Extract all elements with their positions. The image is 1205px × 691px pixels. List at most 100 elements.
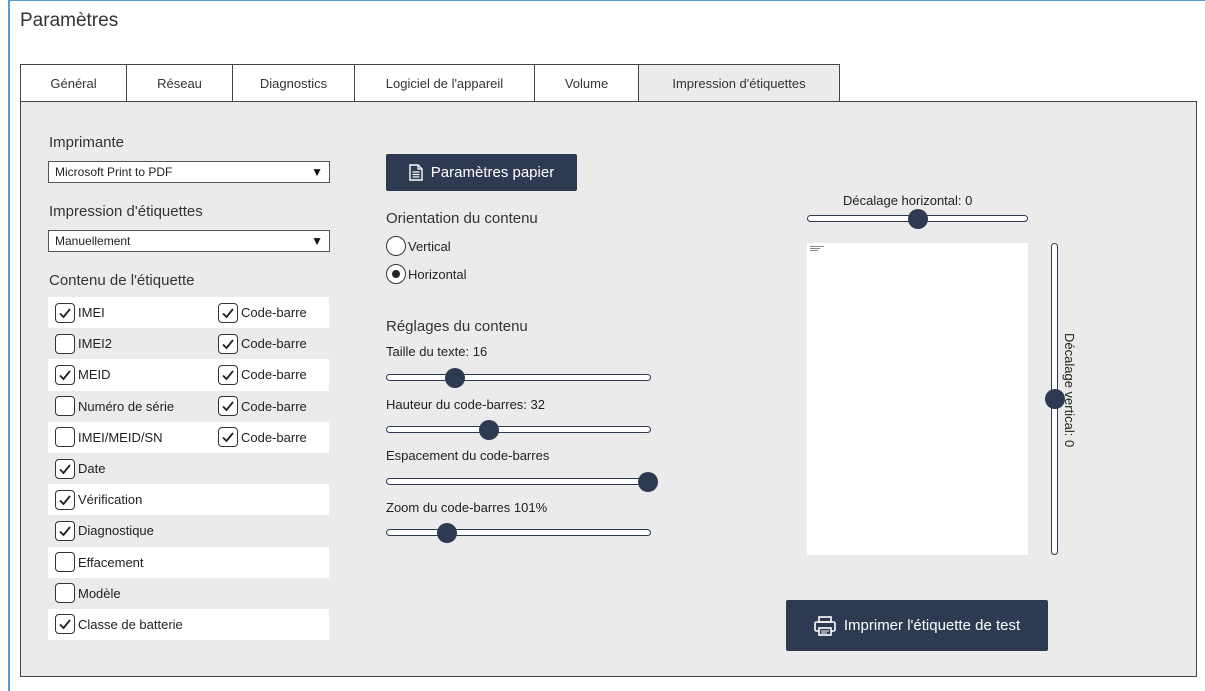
tab-volume[interactable]: Volume [534,64,638,102]
paper-settings-label: Paramètres papier [430,164,555,181]
text-size-slider-track[interactable] [386,374,651,381]
printer-icon [814,615,836,636]
check-icon [222,339,234,350]
imei-barcode-checkbox[interactable] [218,302,238,323]
meid-label: MEID [78,367,111,383]
model-label: Modèle [78,585,121,601]
erasure-checkbox[interactable] [55,552,75,573]
serial-number-barcode-checkbox[interactable] [218,396,238,417]
check-icon [222,401,234,412]
verification-label: Vérification [78,492,143,508]
barcode-zoom-slider-track[interactable] [386,529,651,536]
meid-barcode-label: Code-barre [241,367,307,383]
tab-bar: Général Réseau Diagnostics Logiciel de l… [20,64,840,103]
imei-meid-sn-barcode-checkbox[interactable] [218,427,238,448]
list-item: Date [48,452,329,485]
check-icon [222,432,234,443]
text-size-label: Taille du texte: 16 [386,344,488,359]
paper-settings-button[interactable]: Paramètres papier [386,154,577,191]
barcode-zoom-slider-thumb[interactable] [436,523,457,543]
tab-network[interactable]: Réseau [126,64,232,102]
horizontal-label: Horizontal [408,266,467,282]
tab-diagnostics[interactable]: Diagnostics [232,64,354,102]
barcode-height-label: Hauteur du code-barres: 32 [386,397,545,412]
check-icon [59,619,71,630]
date-checkbox[interactable] [55,458,75,479]
imei2-barcode-checkbox[interactable] [218,333,238,354]
imei-meid-sn-barcode-label: Code-barre [241,429,307,445]
list-item: Numéro de série Code-barre [48,390,329,422]
horizontal-offset-slider-thumb[interactable] [907,209,928,229]
diagnostics-checkbox[interactable] [55,520,75,541]
check-icon [222,308,234,318]
check-icon [59,526,71,537]
battery-class-label: Classe de batterie [78,616,183,632]
printer-label: Imprimante [49,134,125,151]
orientation-horizontal-option[interactable]: Horizontal [386,264,467,284]
check-icon [59,370,71,381]
label-preview [807,243,1028,555]
preview-content [810,246,824,251]
list-item: Classe de batterie [48,608,329,641]
imei2-label: IMEI2 [78,336,112,352]
content-settings-label: Réglages du contenu [386,318,528,335]
print-test-label-button[interactable]: Imprimer l'étiquette de test [786,600,1048,651]
serial-number-barcode-label: Code-barre [241,398,307,414]
list-item: Diagnostique [48,515,329,547]
serial-number-label: Numéro de série [78,398,175,414]
date-label: Date [78,461,106,477]
orientation-label: Orientation du contenu [386,210,538,227]
page-title: Paramètres [20,10,119,31]
battery-class-checkbox[interactable] [55,614,75,635]
check-icon [59,308,71,318]
list-item: Modèle [48,577,329,609]
erasure-label: Effacement [78,554,144,570]
imei-meid-sn-checkbox[interactable] [55,427,75,448]
check-icon [222,370,234,381]
label-printing-select[interactable]: Manuellement ▼ [48,230,330,252]
imei2-barcode-label: Code-barre [241,336,307,352]
meid-checkbox[interactable] [55,364,75,385]
horizontal-radio[interactable] [386,264,406,284]
label-content-list: IMEI Code-barre IMEI2 Code-barre MEID Co… [48,297,329,641]
print-test-label-text: Imprimer l'étiquette de test [843,617,1021,634]
text-size-slider-thumb[interactable] [444,368,465,388]
serial-number-checkbox[interactable] [55,396,75,417]
barcode-height-slider-track[interactable] [386,426,651,433]
dropdown-arrow-icon: ▼ [311,165,323,179]
verification-checkbox[interactable] [55,489,75,510]
barcode-spacing-label: Espacement du code-barres [386,448,550,463]
check-icon [59,495,71,506]
document-icon [409,164,423,181]
meid-barcode-checkbox[interactable] [218,364,238,385]
tab-device-software[interactable]: Logiciel de l'appareil [354,64,534,102]
horizontal-offset-label: Décalage horizontal: 0 [843,193,973,208]
list-item: Effacement [48,546,329,578]
orientation-vertical-option[interactable]: Vertical [386,236,451,256]
label-content-label: Contenu de l'étiquette [49,272,195,289]
tab-label-printing[interactable]: Impression d'étiquettes [638,64,840,103]
barcode-spacing-slider-track[interactable] [386,478,651,485]
list-item: IMEI Code-barre [48,297,329,329]
vertical-offset-label: Décalage vertical: 0 [1062,333,1077,448]
label-printing-select-value: Manuellement [55,234,131,248]
barcode-zoom-label: Zoom du code-barres 101% [386,500,548,515]
list-item: Vérification [48,484,329,516]
imei2-checkbox[interactable] [55,333,75,354]
list-item: IMEI/MEID/SN Code-barre [48,421,329,453]
list-item: MEID Code-barre [48,359,329,391]
check-icon [59,463,71,474]
printer-select-value: Microsoft Print to PDF [55,165,173,179]
tab-general[interactable]: Général [20,64,126,102]
printer-select[interactable]: Microsoft Print to PDF ▼ [48,161,330,183]
vertical-radio[interactable] [386,236,406,256]
vertical-label: Vertical [408,238,451,254]
imei-label: IMEI [78,305,105,321]
imei-meid-sn-label: IMEI/MEID/SN [78,429,163,445]
diagnostics-label: Diagnostique [78,523,154,539]
dropdown-arrow-icon: ▼ [311,234,323,248]
label-printing-label: Impression d'étiquettes [49,203,203,220]
model-checkbox[interactable] [55,583,75,604]
imei-checkbox[interactable] [55,302,75,323]
imei-barcode-label: Code-barre [241,305,307,321]
